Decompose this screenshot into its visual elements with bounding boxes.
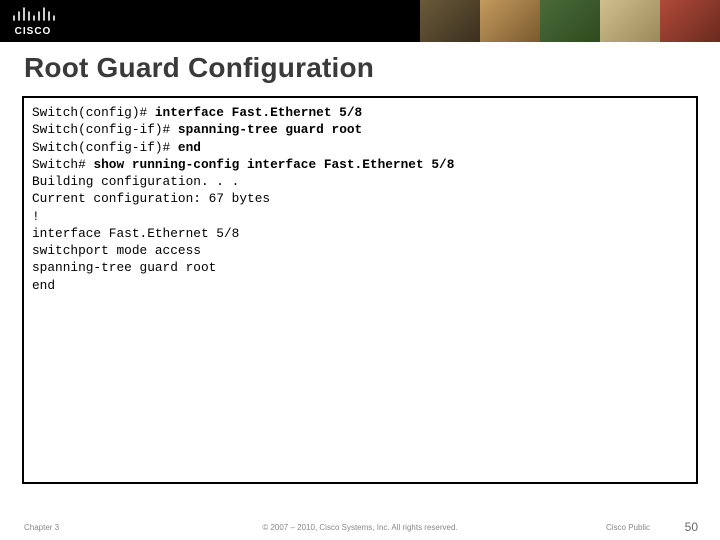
code-content: Switch(config)# interface Fast.Ethernet … [32, 104, 688, 294]
header-photo [420, 0, 480, 42]
header-photo-strip [420, 0, 720, 42]
code-block: Switch(config)# interface Fast.Ethernet … [22, 96, 698, 484]
header-photo [600, 0, 660, 42]
header-photo [660, 0, 720, 42]
footer-chapter: Chapter 3 [24, 523, 59, 532]
footer-classification: Cisco Public [606, 523, 650, 532]
header-photo [480, 0, 540, 42]
header-photo [540, 0, 600, 42]
footer-copyright: © 2007 – 2010, Cisco Systems, Inc. All r… [262, 523, 457, 532]
footer: Chapter 3 © 2007 – 2010, Cisco Systems, … [0, 516, 720, 534]
slide-title: Root Guard Configuration [0, 42, 720, 92]
cisco-logo: CISCO [8, 2, 58, 40]
top-bar: CISCO [0, 0, 720, 42]
svg-text:CISCO: CISCO [15, 26, 52, 37]
footer-page-number: 50 [685, 520, 698, 534]
